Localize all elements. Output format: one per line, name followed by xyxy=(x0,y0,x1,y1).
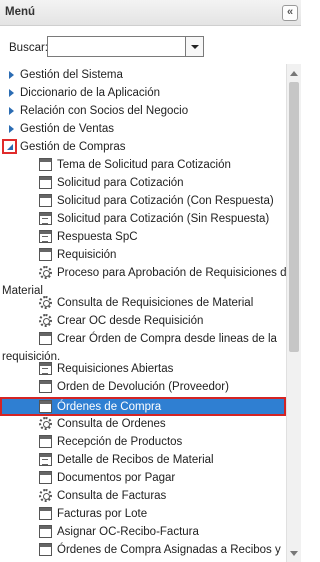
tree-item-label: Crear Órden de Compra desde lineas de la xyxy=(57,333,277,345)
expand-arrow-icon[interactable] xyxy=(9,89,14,97)
tree-item-label: Órdenes de Compra Asignadas a Recibos y xyxy=(57,544,281,556)
tree-item-label: Tema de Solicitud para Cotización xyxy=(57,159,231,171)
tree-item[interactable]: Tema de Solicitud para Cotización xyxy=(0,156,286,174)
form-icon xyxy=(39,543,52,556)
tree-item-label: Proceso para Aprobación de Requisiciones… xyxy=(57,267,286,279)
tree-item-label: Solicitud para Cotización xyxy=(57,177,184,189)
tree-folder-gestion-sistema[interactable]: Gestión del Sistema xyxy=(0,66,286,84)
tree-folder-socios[interactable]: Relación con Socios del Negocio xyxy=(0,102,286,120)
tree-item[interactable]: Orden de Devolución (Proveedor) xyxy=(0,378,286,396)
tree-item-label: Facturas por Lote xyxy=(57,508,148,520)
tree-item[interactable]: Asignar OC-Recibo-Factura xyxy=(0,523,286,541)
tree-folder-compras[interactable]: Gestión de Compras xyxy=(0,138,286,156)
process-icon xyxy=(39,296,52,309)
tree-item-label: Consulta de Ordenes xyxy=(57,418,166,430)
tree-item[interactable]: Consulta de Ordenes xyxy=(0,415,286,433)
search-input[interactable] xyxy=(48,37,185,56)
tree-item[interactable]: Recepción de Productos xyxy=(0,433,286,451)
folder-label: Gestión del Sistema xyxy=(20,69,123,81)
tree-item[interactable]: Consulta de Facturas xyxy=(0,487,286,505)
tree-item-label: Crear OC desde Requisición xyxy=(57,315,204,327)
report-icon xyxy=(39,212,52,225)
collapse-panel-icon[interactable]: « xyxy=(282,5,298,21)
tree-item[interactable]: Consulta de Requisiciones de Material xyxy=(0,294,286,312)
tree-item-label: Órdenes de Compra xyxy=(57,401,162,413)
tree-item-label: Respuesta SpC xyxy=(57,231,138,243)
form-icon xyxy=(39,194,52,207)
menu-tree: Gestión del Sistema Diccionario de la Ap… xyxy=(0,64,286,562)
tree-item[interactable]: Requisiciones Abiertas xyxy=(0,360,286,378)
form-icon xyxy=(39,435,52,448)
scroll-up-arrow-icon[interactable] xyxy=(290,71,298,76)
menu-panel-header: Menú « xyxy=(0,0,301,26)
tree-item-label: Requisiciones Abiertas xyxy=(57,363,174,375)
panel-title: Menú xyxy=(5,6,36,18)
tree-item[interactable]: Requisición xyxy=(0,246,286,264)
tree-item-label: Detalle de Recibos de Material xyxy=(57,454,214,466)
report-icon xyxy=(39,230,52,243)
folder-label: Gestión de Ventas xyxy=(20,123,114,135)
vertical-scrollbar[interactable] xyxy=(286,64,301,562)
form-icon xyxy=(39,176,52,189)
search-label: Buscar: xyxy=(9,42,48,54)
form-icon xyxy=(39,248,52,261)
search-combobox[interactable] xyxy=(47,36,204,57)
process-icon xyxy=(39,266,52,279)
tree-item-label: Orden de Devolución (Proveedor) xyxy=(57,381,229,393)
tree-item-label: Documentos por Pagar xyxy=(57,472,176,484)
form-icon xyxy=(39,332,52,345)
report-icon xyxy=(39,453,52,466)
report-icon xyxy=(39,362,52,375)
tree-item-label: Asignar OC-Recibo-Factura xyxy=(57,526,199,538)
form-icon xyxy=(39,380,52,393)
tree-folder-diccionario[interactable]: Diccionario de la Aplicación xyxy=(0,84,286,102)
process-icon xyxy=(39,314,52,327)
tree-item[interactable]: Crear OC desde Requisición xyxy=(0,312,286,330)
form-icon xyxy=(39,400,52,413)
expand-arrow-icon[interactable] xyxy=(9,125,14,133)
tree-item-label: Consulta de Requisiciones de Material xyxy=(57,297,254,309)
expand-arrow-icon[interactable] xyxy=(9,107,14,115)
tree-item-label: Solicitud para Cotización (Con Respuesta… xyxy=(57,195,274,207)
tree-item[interactable]: Respuesta SpC xyxy=(0,228,286,246)
tree-item[interactable]: Solicitud para Cotización (Con Respuesta… xyxy=(0,192,286,210)
tree-folder-ventas[interactable]: Gestión de Ventas xyxy=(0,120,286,138)
form-icon xyxy=(39,507,52,520)
collapse-arrow-icon[interactable] xyxy=(2,139,17,154)
form-icon xyxy=(39,525,52,538)
tree-item[interactable]: Órdenes de Compra Asignadas a Recibos y xyxy=(0,541,286,559)
tree-item[interactable]: Facturas por Lote xyxy=(0,505,286,523)
tree-item-selected[interactable]: Órdenes de Compra xyxy=(0,397,286,416)
process-icon xyxy=(39,417,52,430)
tree-item-label: Consulta de Facturas xyxy=(57,490,167,502)
tree-item[interactable]: Detalle de Recibos de Material xyxy=(0,451,286,469)
chevron-down-icon[interactable] xyxy=(185,37,203,56)
tree-item-label: Solicitud para Cotización (Sin Respuesta… xyxy=(57,213,270,225)
folder-label: Diccionario de la Aplicación xyxy=(20,87,160,99)
folder-label: Gestión de Compras xyxy=(20,141,126,153)
expand-arrow-icon[interactable] xyxy=(9,71,14,79)
scroll-thumb[interactable] xyxy=(289,82,299,352)
search-row: Buscar: xyxy=(0,34,301,58)
form-icon xyxy=(39,158,52,171)
scroll-down-arrow-icon[interactable] xyxy=(290,551,298,556)
tree-item[interactable]: Documentos por Pagar xyxy=(0,469,286,487)
tree-item-label: Requisición xyxy=(57,249,117,261)
process-icon xyxy=(39,489,52,502)
form-icon xyxy=(39,471,52,484)
folder-label: Relación con Socios del Negocio xyxy=(20,105,189,117)
tree-item-label: Recepción de Productos xyxy=(57,436,183,448)
tree-item[interactable]: Solicitud para Cotización xyxy=(0,174,286,192)
tree-item[interactable]: Solicitud para Cotización (Sin Respuesta… xyxy=(0,210,286,228)
